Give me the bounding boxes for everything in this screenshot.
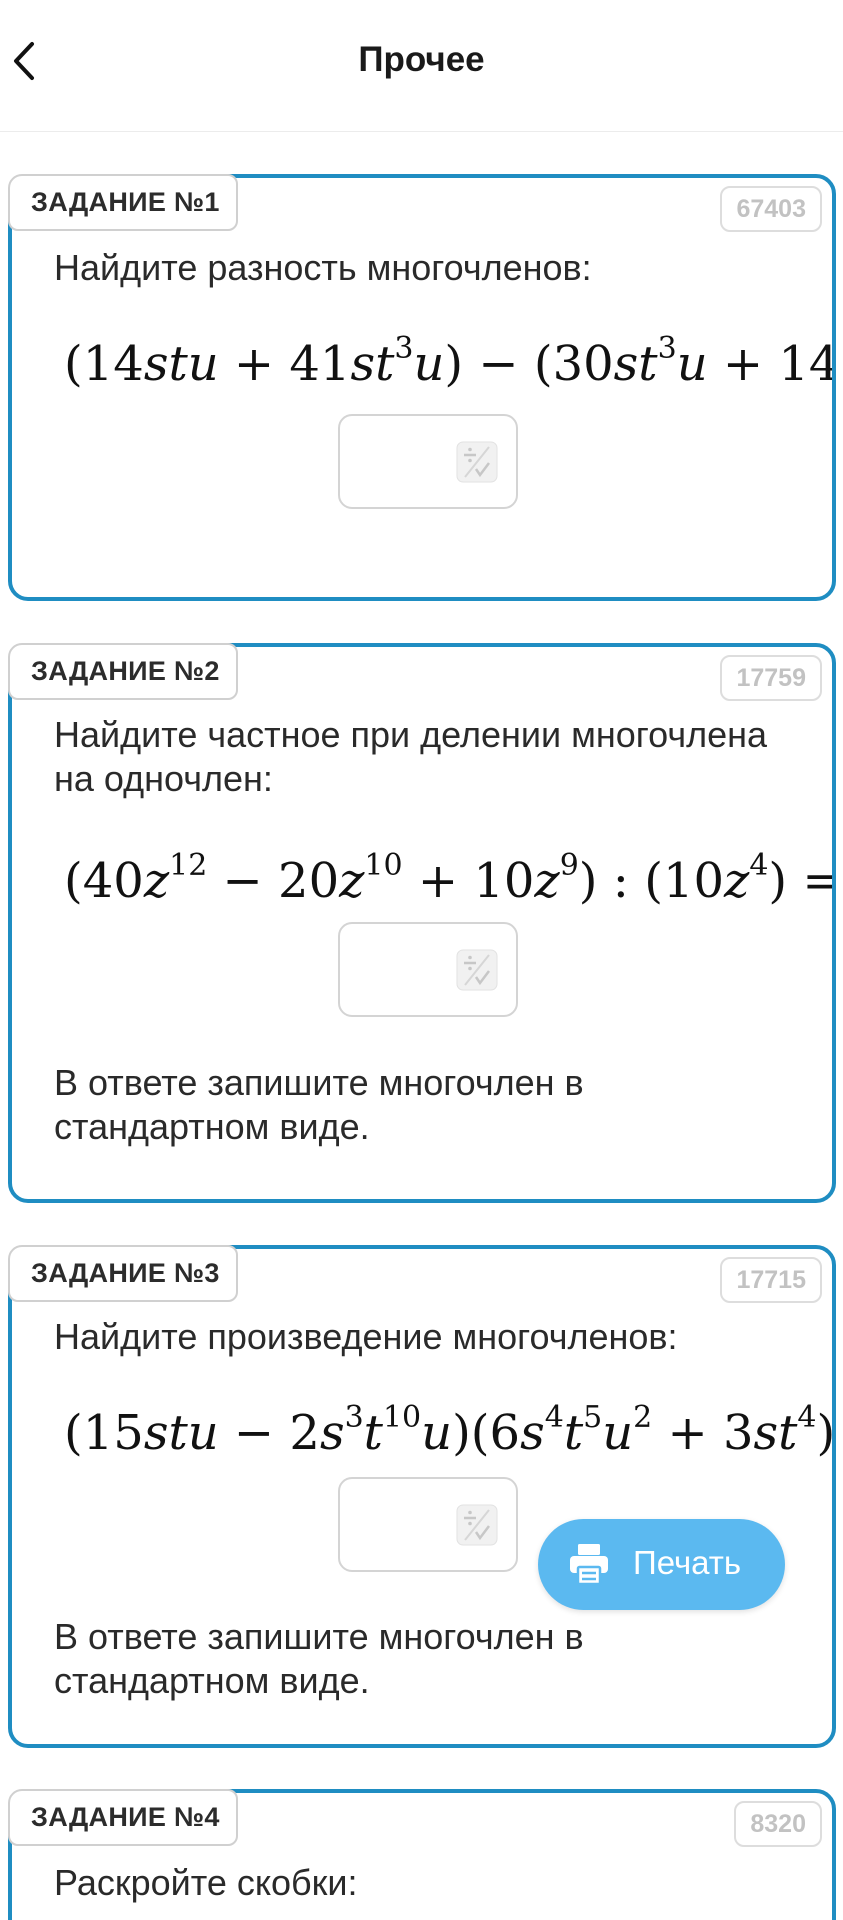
task-note: В ответе запишите многочлен в стандартно… [54, 1062, 584, 1147]
task-prompt: Найдите частное при делении многочлена н… [54, 714, 768, 799]
task-id-badge: 67403 [720, 186, 822, 232]
answer-input[interactable] [338, 1477, 518, 1572]
print-button-label: Печать [633, 1544, 742, 1581]
task-label: ЗАДАНИЕ №2 [8, 643, 238, 700]
task-card-2: ЗАДАНИЕ №2 17759 Найдите частное при дел… [8, 643, 836, 1203]
math-keypad-icon[interactable] [456, 949, 498, 991]
task-label: ЗАДАНИЕ №1 [8, 174, 238, 231]
task-formula: (15stu − 2s3t10u)(6s4t5u2 + 3st4) [64, 1400, 832, 1462]
task-id-badge: 8320 [734, 1801, 822, 1847]
task-formula: (40z12 − 20z10 + 10z9) : (10z4) = [64, 848, 832, 910]
math-keypad-icon[interactable] [456, 1504, 498, 1546]
print-button[interactable]: Печать [538, 1519, 785, 1610]
task-note: В ответе запишите многочлен в стандартно… [54, 1616, 584, 1701]
task-card-1: ЗАДАНИЕ №1 67403 Найдите разность многоч… [8, 174, 836, 601]
task-label: ЗАДАНИЕ №4 [8, 1789, 238, 1846]
task-prompt: Раскройте скобки: [54, 1862, 358, 1903]
task-card-4: ЗАДАНИЕ №4 8320 Раскройте скобки: [8, 1789, 836, 1920]
page-title: Прочее [358, 40, 485, 79]
answer-input[interactable] [338, 922, 518, 1017]
task-label: ЗАДАНИЕ №3 [8, 1245, 238, 1302]
app-header: Прочее [0, 0, 843, 132]
task-id-badge: 17715 [720, 1257, 822, 1303]
task-id-badge: 17759 [720, 655, 822, 701]
task-card-3: ЗАДАНИЕ №3 17715 Найдите произведение мн… [8, 1245, 836, 1748]
math-keypad-icon[interactable] [456, 441, 498, 483]
task-prompt: Найдите произведение многочленов: [54, 1316, 678, 1357]
printer-icon [570, 1544, 608, 1586]
answer-input[interactable] [338, 414, 518, 509]
task-prompt: Найдите разность многочленов: [54, 247, 592, 288]
task-formula: (14stu + 41st3u) − (30st3u + 14stu) [64, 331, 832, 393]
